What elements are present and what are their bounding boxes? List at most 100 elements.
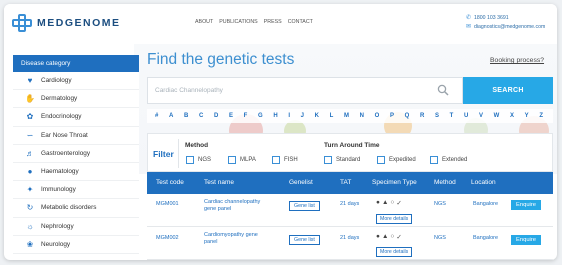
test-code[interactable]: MGM002 [156, 235, 179, 241]
gene-list-button[interactable]: Gene list [289, 235, 320, 245]
sidebar-item-label: Neurology [41, 240, 71, 248]
kidney-icon: ☼ [26, 221, 34, 231]
nav-about[interactable]: ABOUT [195, 19, 213, 25]
test-name[interactable]: Cardiac channelopathy gene panel [204, 199, 272, 212]
antibody-icon: ✦ [26, 185, 34, 195]
sidebar-item-label: Haematology [41, 168, 79, 176]
alpha-link[interactable]: G [258, 113, 263, 119]
blood-tube-icon: ● [376, 233, 380, 240]
alpha-link[interactable]: P [390, 113, 394, 119]
alpha-link[interactable]: J [301, 113, 304, 119]
sidebar-item-ear-nose-throat[interactable]: ∽ Ear Nose Throat [13, 127, 139, 145]
sidebar-heading: Disease category [13, 55, 139, 72]
logo[interactable]: MEDGENOME [12, 14, 121, 32]
alpha-link[interactable]: B [184, 113, 188, 119]
sidebar-item-label: Dermatology [41, 95, 78, 103]
enquire-button[interactable]: Enquire [511, 235, 541, 245]
sidebar-item-dermatology[interactable]: ✋ Dermatology [13, 90, 139, 109]
gene-list-button[interactable]: Gene list [289, 201, 320, 211]
search-placeholder: Cardiac Channelopathy [155, 87, 223, 94]
phone-icon: ✆ [466, 15, 472, 21]
enquire-button[interactable]: Enquire [511, 200, 541, 210]
alpha-link[interactable]: R [420, 113, 424, 119]
sidebar-item-gastroenterology[interactable]: ♬ Gastroenterology [13, 145, 139, 163]
alpha-link[interactable]: V [479, 113, 483, 119]
results-table-header: Test code Test name Genelist TAT Specime… [147, 172, 553, 194]
tat-group-title: Turn Around Time [324, 142, 380, 149]
blood-drop-icon: ● [27, 167, 33, 177]
sidebar-item-metabolic-disorders[interactable]: ↻ Metabolic disorders [13, 199, 139, 218]
sidebar-item-immunology[interactable]: ✦ Immunology [13, 181, 139, 200]
tissue-icon: ▲ [381, 199, 389, 206]
email-address[interactable]: diagnostics@medgenome.com [474, 23, 545, 32]
search-button[interactable]: SEARCH [463, 77, 553, 104]
test-name[interactable]: Cardiomyopathy gene panel [204, 232, 272, 245]
alpha-link[interactable]: F [244, 113, 248, 119]
alpha-link[interactable]: # [155, 113, 158, 119]
more-details-button[interactable]: More details [376, 247, 413, 257]
alpha-link[interactable]: E [229, 113, 233, 119]
alpha-link[interactable]: M [344, 113, 349, 119]
alpha-link[interactable]: Z [539, 113, 543, 119]
alpha-link[interactable]: N [360, 113, 364, 119]
tat-option-expedited[interactable]: Expedited [377, 156, 416, 164]
checkbox[interactable] [186, 156, 194, 164]
alpha-link[interactable]: Q [405, 113, 410, 119]
option-label: Standard [336, 157, 361, 163]
more-details-button[interactable]: More details [376, 214, 413, 224]
page-title: Find the genetic tests [147, 51, 295, 68]
alpha-link[interactable]: I [288, 113, 290, 119]
sidebar-item-cardiology[interactable]: ♥ Cardiology [13, 72, 139, 91]
saliva-icon: ○ [390, 199, 395, 206]
method-option-ngs[interactable]: NGS [186, 156, 211, 164]
phone-number[interactable]: 1800 103 3691 [474, 14, 509, 23]
specimen-icons: ● ▲ ○ ✓ [376, 233, 402, 241]
tat-option-extended[interactable]: Extended [430, 156, 467, 164]
alpha-link[interactable]: T [450, 113, 454, 119]
skin-icon: ✋ [25, 94, 35, 104]
checkbox[interactable] [377, 156, 385, 164]
search-input[interactable]: Cardiac Channelopathy [147, 77, 463, 104]
tat-option-standard[interactable]: Standard [324, 156, 360, 164]
alpha-link[interactable]: O [375, 113, 380, 119]
search-icon[interactable] [437, 84, 449, 96]
method-group-title: Method [185, 142, 209, 149]
alpha-link[interactable]: X [510, 113, 514, 119]
stomach-icon: ♬ [26, 148, 34, 158]
option-label: Extended [442, 157, 468, 163]
col-specimen-type: Specimen Type [372, 179, 417, 186]
method-option-fish[interactable]: FISH [272, 156, 298, 164]
alpha-link[interactable]: Y [525, 113, 529, 119]
test-code[interactable]: MGM001 [156, 201, 179, 207]
alpha-link[interactable]: S [435, 113, 439, 119]
contact-info: ✆ 1800 103 3691 ✉ diagnostics@medgenome.… [466, 14, 545, 32]
nav-press[interactable]: PRESS [264, 19, 282, 25]
top-nav: ABOUT PUBLICATIONS PRESS CONTACT [195, 19, 313, 25]
sidebar-item-label: Cardiology [41, 77, 72, 85]
col-tat: TAT [340, 179, 352, 186]
nav-contact[interactable]: CONTACT [288, 19, 313, 25]
method-option-mlpa[interactable]: MLPA [228, 156, 256, 164]
booking-process-link[interactable]: Booking process? [490, 57, 544, 64]
alpha-link[interactable]: L [330, 113, 334, 119]
alpha-link[interactable]: A [169, 113, 173, 119]
checkbox[interactable] [228, 156, 236, 164]
alpha-link[interactable]: D [214, 113, 218, 119]
nav-publications[interactable]: PUBLICATIONS [219, 19, 257, 25]
col-test-name: Test name [204, 179, 234, 186]
alpha-link[interactable]: C [199, 113, 203, 119]
divider [178, 139, 179, 168]
checkbox[interactable] [272, 156, 280, 164]
alpha-link[interactable]: K [315, 113, 319, 119]
sidebar-item-endocrinology[interactable]: ✿ Endocrinology [13, 108, 139, 127]
sidebar-item-neurology[interactable]: ❀ Neurology [13, 236, 139, 254]
location-value: Bangalore [473, 201, 499, 207]
alpha-link[interactable]: H [273, 113, 277, 119]
checkbox[interactable] [430, 156, 438, 164]
checkbox[interactable] [324, 156, 332, 164]
alpha-link[interactable]: U [464, 113, 468, 119]
sidebar-item-nephrology[interactable]: ☼ Nephrology [13, 218, 139, 236]
filter-panel: Filter Method NGS MLPA FISH Turn Around … [147, 133, 553, 172]
alpha-link[interactable]: W [494, 113, 500, 119]
sidebar-item-haematology[interactable]: ● Haematology [13, 163, 139, 182]
